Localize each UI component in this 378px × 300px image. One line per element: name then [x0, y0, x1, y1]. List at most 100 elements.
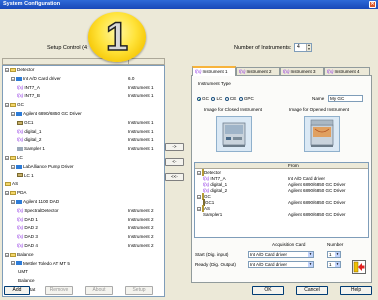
- component-row[interactable]: Sampler1 Agilent 6890/6850 GC Driver: [195, 212, 368, 218]
- gc-closed-icon: [222, 122, 246, 147]
- move-all-left-button[interactable]: <<-: [165, 173, 184, 181]
- chevron-down-icon[interactable]: ▼: [308, 262, 313, 267]
- row-label: digital_2: [24, 137, 42, 143]
- tree-row[interactable]: − Balance: [3, 252, 163, 258]
- tree-row[interactable]: Sampler 1 Instrument 1: [3, 146, 163, 152]
- tab-label: Instrument 1: [202, 69, 228, 74]
- collapse-toggle-icon[interactable]: −: [197, 170, 201, 175]
- row-label: LC 1: [24, 172, 34, 178]
- radio-ce[interactable]: CE: [224, 96, 236, 101]
- tab-instrument-3[interactable]: f(x)Instrument 3: [280, 67, 324, 75]
- tree-row[interactable]: f(x)DAD 4 Instrument 2: [3, 243, 163, 249]
- tree-row[interactable]: − Mettler Toledo AT MT 5: [3, 261, 163, 267]
- tree-row[interactable]: f(x)DAD 3 Instrument 2: [3, 234, 163, 240]
- tab-label: Instrument 2: [246, 69, 272, 74]
- function-icon: f(x): [17, 137, 24, 143]
- row-value: Instrument 1: [128, 93, 154, 99]
- tree-row[interactable]: − Agilent 6890/6850 GC Driver: [3, 111, 163, 117]
- tree-row[interactable]: AS: [3, 181, 163, 187]
- closed-instrument-image[interactable]: [216, 116, 252, 152]
- help-button[interactable]: Help: [340, 286, 372, 295]
- collapse-toggle-icon[interactable]: −: [11, 76, 15, 81]
- chevron-down-icon[interactable]: ▼: [335, 252, 340, 257]
- tree-row[interactable]: f(x)digital_1 Instrument 1: [3, 129, 163, 135]
- close-icon[interactable]: ✕: [369, 1, 376, 8]
- chevron-down-icon[interactable]: ▼: [335, 262, 340, 267]
- instrument-type-radios: GC LC CE GPC: [197, 96, 254, 101]
- name-field[interactable]: My GC: [328, 95, 363, 102]
- collapse-toggle-icon[interactable]: −: [5, 102, 9, 107]
- tree-row[interactable]: f(x)DAD 2 Instrument 2: [3, 225, 163, 231]
- setup-control-label: Setup Control (4:: [47, 45, 89, 51]
- tree-row[interactable]: − LabAlliance Pump Driver: [3, 164, 163, 170]
- tab-instrument-4[interactable]: f(x)Instrument 4: [324, 67, 370, 75]
- row-value: 6.0: [128, 75, 135, 81]
- tree-row[interactable]: Balance: [3, 278, 163, 284]
- collapse-toggle-icon[interactable]: −: [11, 199, 15, 204]
- instrument-components-tree[interactable]: From − Detector f(x)INT7_A Int A/D Card dri…: [194, 162, 369, 238]
- collapse-toggle-icon[interactable]: −: [11, 111, 15, 116]
- chevron-down-icon[interactable]: ▼: [308, 252, 313, 257]
- tree-row[interactable]: LC 1: [3, 173, 163, 179]
- number-label: Number: [327, 242, 344, 247]
- radio-gpc[interactable]: GPC: [238, 96, 254, 101]
- spinner-arrows-icon[interactable]: ▲ ▼: [306, 43, 311, 51]
- move-right-button[interactable]: ->: [165, 143, 184, 151]
- link-arrow-icon[interactable]: [352, 260, 366, 274]
- tree-row[interactable]: f(x)INT7_B Instrument 1: [3, 93, 163, 99]
- collapse-toggle-icon[interactable]: −: [197, 194, 201, 199]
- collapse-toggle-icon[interactable]: −: [5, 67, 9, 72]
- row-value: Instrument 1: [128, 128, 154, 134]
- instrument-tabs: f(x)Instrument 1 f(x)Instrument 2 f(x)In…: [192, 66, 372, 76]
- collapse-toggle-icon[interactable]: −: [5, 252, 9, 257]
- setup-control-tree[interactable]: − Detector − Int A/D Card driver 6.0 f(x)INT7…: [2, 65, 165, 297]
- folder-icon: [10, 252, 16, 257]
- tab-instrument-2[interactable]: f(x)Instrument 2: [236, 67, 280, 75]
- image-opened-label: Image for Opened Instrument: [289, 107, 350, 112]
- row-label: digital_1: [24, 128, 42, 134]
- number-of-instruments-value: 4: [297, 44, 300, 50]
- start-card-select[interactable]: Int A/D Card driver ▼: [248, 251, 314, 258]
- row-label: AS: [204, 206, 211, 211]
- tree-row[interactable]: GC1 Instrument 1: [3, 120, 163, 126]
- tree-row[interactable]: − Detector: [3, 67, 163, 73]
- add-button[interactable]: Add: [4, 286, 30, 295]
- tree-row[interactable]: − LC: [3, 155, 163, 161]
- row-label: Mettler Toledo AT MT 5: [23, 260, 70, 266]
- ready-card-select[interactable]: Int A/D Card driver ▼: [248, 261, 314, 268]
- tree-row[interactable]: − Agilent 1100 DAD: [3, 199, 163, 205]
- driver-icon: [16, 199, 22, 204]
- ready-number-select[interactable]: 1 ▼: [327, 261, 341, 268]
- ok-button[interactable]: OK: [252, 286, 284, 295]
- about-button[interactable]: About: [85, 286, 113, 295]
- tree-row[interactable]: f(x)SpectralDetector Instrument 2: [3, 208, 163, 214]
- collapse-toggle-icon[interactable]: −: [11, 164, 15, 169]
- tree-row[interactable]: − GC: [3, 102, 163, 108]
- tree-row[interactable]: f(x)DAD 1 Instrument 2: [3, 217, 163, 223]
- radio-lc[interactable]: LC: [211, 96, 222, 101]
- remove-button[interactable]: Remove: [45, 286, 73, 295]
- setup-control-text: Setup Control (4: [47, 45, 88, 51]
- tree-row[interactable]: f(x)INT7_A Instrument 1: [3, 85, 163, 91]
- row-value: Instrument 2: [128, 234, 154, 240]
- start-number-select[interactable]: 1 ▼: [327, 251, 341, 258]
- collapse-toggle-icon[interactable]: −: [5, 155, 9, 160]
- number-of-instruments-spinner[interactable]: 4 ▲ ▼: [294, 43, 312, 52]
- tree-row[interactable]: f(x)digital_2 Instrument 1: [3, 137, 163, 143]
- image-closed-label: Image for Closed Instrument: [204, 107, 262, 112]
- number-of-instruments-label: Number of Instruments:: [234, 45, 292, 51]
- collapse-toggle-icon[interactable]: −: [11, 261, 15, 266]
- cancel-button[interactable]: Cancel: [296, 286, 328, 295]
- collapse-toggle-icon[interactable]: −: [5, 190, 9, 195]
- collapse-toggle-icon[interactable]: −: [197, 206, 201, 211]
- tab-instrument-1[interactable]: f(x)Instrument 1: [192, 66, 236, 76]
- opened-instrument-image[interactable]: [304, 116, 340, 152]
- function-icon: f(x): [17, 225, 24, 231]
- tree-row[interactable]: − PDA: [3, 190, 163, 196]
- row-value: Instrument 1: [128, 84, 154, 90]
- move-left-button[interactable]: <-: [165, 158, 184, 166]
- radio-gc[interactable]: GC: [197, 96, 209, 101]
- setup-button[interactable]: Setup: [125, 286, 153, 295]
- tree-row[interactable]: − Int A/D Card driver 6.0: [3, 76, 163, 82]
- tree-row[interactable]: UMT: [3, 269, 163, 275]
